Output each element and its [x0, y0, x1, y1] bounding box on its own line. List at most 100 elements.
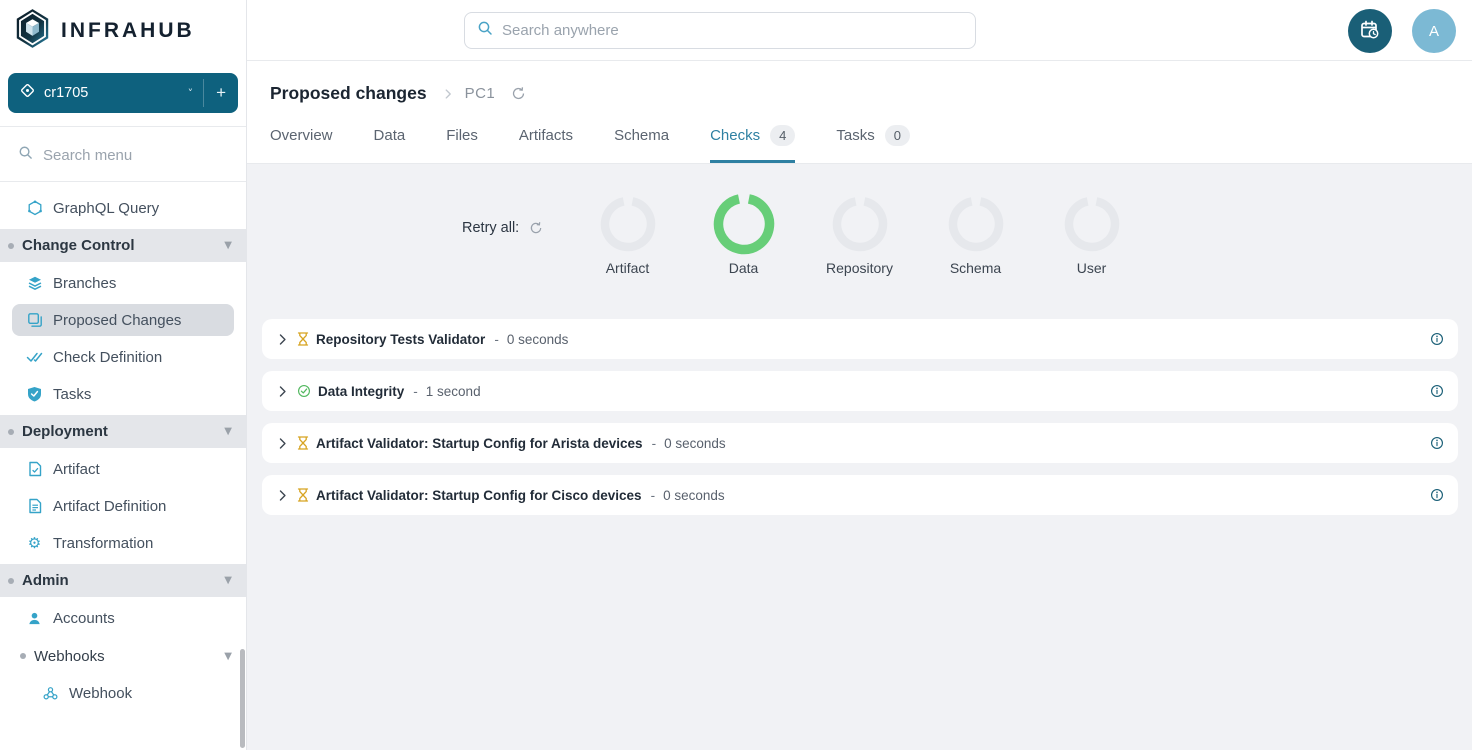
chevron-right-icon[interactable] — [276, 385, 289, 398]
validator-duration: 0 seconds — [663, 488, 725, 503]
logo[interactable]: INFRAHUB — [0, 0, 246, 61]
global-search[interactable] — [464, 12, 976, 49]
validator-row-artifact-arista[interactable]: Artifact Validator: Startup Config for A… — [262, 423, 1458, 463]
sidebar-item-label: Tasks — [53, 386, 91, 403]
avatar-initial: A — [1429, 23, 1439, 40]
user-avatar[interactable]: A — [1412, 9, 1456, 53]
filter-schema[interactable]: Schema — [941, 193, 1011, 276]
sidebar-item-proposed-changes[interactable]: Proposed Changes — [12, 304, 234, 336]
brand-wordmark: INFRAHUB — [61, 19, 195, 43]
breadcrumb-item[interactable]: PC1 — [465, 85, 496, 102]
infrahub-logo-icon — [14, 8, 51, 54]
sidebar-search-input[interactable] — [43, 147, 223, 164]
section-label: Deployment — [22, 423, 108, 440]
progress-ring-icon — [948, 193, 1004, 255]
refresh-icon[interactable] — [511, 86, 526, 101]
progress-ring-icon — [600, 193, 656, 255]
sidebar-section-deployment[interactable]: Deployment ▼ — [0, 415, 246, 448]
section-label: Webhooks — [34, 648, 105, 665]
section-label: Change Control — [22, 237, 135, 254]
sidebar-item-artifact-definition[interactable]: Artifact Definition — [12, 490, 234, 522]
chevron-down-icon[interactable]: ˅ — [178, 87, 204, 100]
main-area: A Proposed changes PC1 Overview Data Fil… — [247, 0, 1472, 750]
sidebar-search[interactable] — [0, 127, 246, 181]
retry-all: Retry all: — [462, 220, 543, 236]
sidebar-item-check-definition[interactable]: Check Definition — [12, 341, 234, 373]
search-icon — [477, 20, 493, 41]
validator-row-data-integrity[interactable]: Data Integrity - 1 second — [262, 371, 1458, 411]
search-icon — [18, 145, 33, 165]
sidebar-section-admin[interactable]: Admin ▼ — [0, 564, 246, 597]
sidebar-item-tasks[interactable]: Tasks — [12, 378, 234, 410]
validator-duration: 1 second — [426, 384, 481, 399]
validator-type-filters: Artifact Data Repository — [247, 193, 1472, 276]
page-title: Proposed changes — [270, 83, 427, 104]
retry-all-label: Retry all: — [462, 220, 519, 236]
chevron-right-icon[interactable] — [276, 333, 289, 346]
check-filters-row: Retry all: Artifact — [247, 193, 1472, 289]
filter-user[interactable]: User — [1057, 193, 1127, 276]
info-icon[interactable] — [1430, 488, 1444, 502]
tab-schema[interactable]: Schema — [614, 125, 669, 163]
sidebar-item-artifact[interactable]: Artifact — [12, 453, 234, 485]
sidebar-section-change-control[interactable]: Change Control ▼ — [0, 229, 246, 262]
hourglass-pending-icon — [297, 488, 309, 502]
section-label: Admin — [22, 572, 69, 589]
validator-name: Repository Tests Validator — [316, 332, 485, 347]
tab-data[interactable]: Data — [374, 125, 406, 163]
retry-all-refresh-icon[interactable] — [529, 221, 543, 235]
sidebar-item-label: Webhook — [69, 685, 132, 702]
sidebar-item-branches[interactable]: Branches — [12, 267, 234, 299]
app-window: INFRAHUB cr1705 ˅ + GraphQL Query — [0, 0, 1472, 750]
info-icon[interactable] — [1430, 332, 1444, 346]
sidebar-item-label: Proposed Changes — [53, 312, 181, 329]
tab-checks[interactable]: Checks 4 — [710, 125, 795, 163]
tasks-count-badge: 0 — [885, 125, 910, 146]
info-icon[interactable] — [1430, 384, 1444, 398]
chevron-right-icon[interactable] — [276, 489, 289, 502]
section-bullet-icon — [8, 243, 14, 249]
sidebar-item-label: Artifact — [53, 461, 100, 478]
file-lines-icon — [26, 498, 43, 515]
hourglass-pending-icon — [297, 436, 309, 450]
sidebar-scrollbar[interactable] — [240, 649, 245, 748]
sidebar-item-transformation[interactable]: ⚙ Transformation — [12, 527, 234, 559]
checks-panel: Retry all: Artifact — [247, 164, 1472, 750]
info-icon[interactable] — [1430, 436, 1444, 450]
branch-selector[interactable]: cr1705 ˅ + — [8, 73, 238, 113]
tab-artifacts[interactable]: Artifacts — [519, 125, 573, 163]
filter-repository[interactable]: Repository — [825, 193, 895, 276]
top-bar: A — [247, 0, 1472, 61]
section-bullet-icon — [20, 653, 26, 659]
sidebar-item-accounts[interactable]: Accounts — [12, 602, 234, 634]
webhook-icon — [42, 685, 59, 702]
sidebar-item-graphql-query[interactable]: GraphQL Query — [12, 192, 234, 224]
progress-ring-icon — [1064, 193, 1120, 255]
sidebar-section-webhooks[interactable]: Webhooks ▼ — [0, 640, 246, 672]
validator-duration: 0 seconds — [507, 332, 569, 347]
calendar-clock-icon — [1359, 19, 1381, 44]
schedule-button[interactable] — [1348, 9, 1392, 53]
filter-data[interactable]: Data — [709, 193, 779, 276]
sidebar-item-webhook[interactable]: Webhook — [12, 677, 234, 709]
validator-duration: 0 seconds — [664, 436, 726, 451]
tab-tasks[interactable]: Tasks 0 — [836, 125, 910, 163]
check-circle-success-icon — [297, 384, 311, 398]
validator-row-repository-tests[interactable]: Repository Tests Validator - 0 seconds — [262, 319, 1458, 359]
chevron-down-icon: ▼ — [224, 426, 232, 437]
add-branch-button[interactable]: + — [203, 79, 228, 107]
tab-files[interactable]: Files — [446, 125, 478, 163]
shield-check-icon — [26, 386, 43, 403]
validator-row-artifact-cisco[interactable]: Artifact Validator: Startup Config for C… — [262, 475, 1458, 515]
validator-list: Repository Tests Validator - 0 seconds D… — [247, 289, 1472, 515]
chevron-right-icon[interactable] — [276, 437, 289, 450]
gear-icon: ⚙ — [26, 535, 43, 552]
sidebar-item-label: GraphQL Query — [53, 200, 159, 217]
filter-artifact[interactable]: Artifact — [593, 193, 663, 276]
sidebar-item-label: Transformation — [53, 535, 153, 552]
global-search-input[interactable] — [502, 22, 963, 39]
tab-overview[interactable]: Overview — [270, 125, 333, 163]
current-branch-label: cr1705 — [44, 85, 88, 101]
validator-name: Data Integrity — [318, 384, 404, 399]
branches-icon — [26, 275, 43, 292]
